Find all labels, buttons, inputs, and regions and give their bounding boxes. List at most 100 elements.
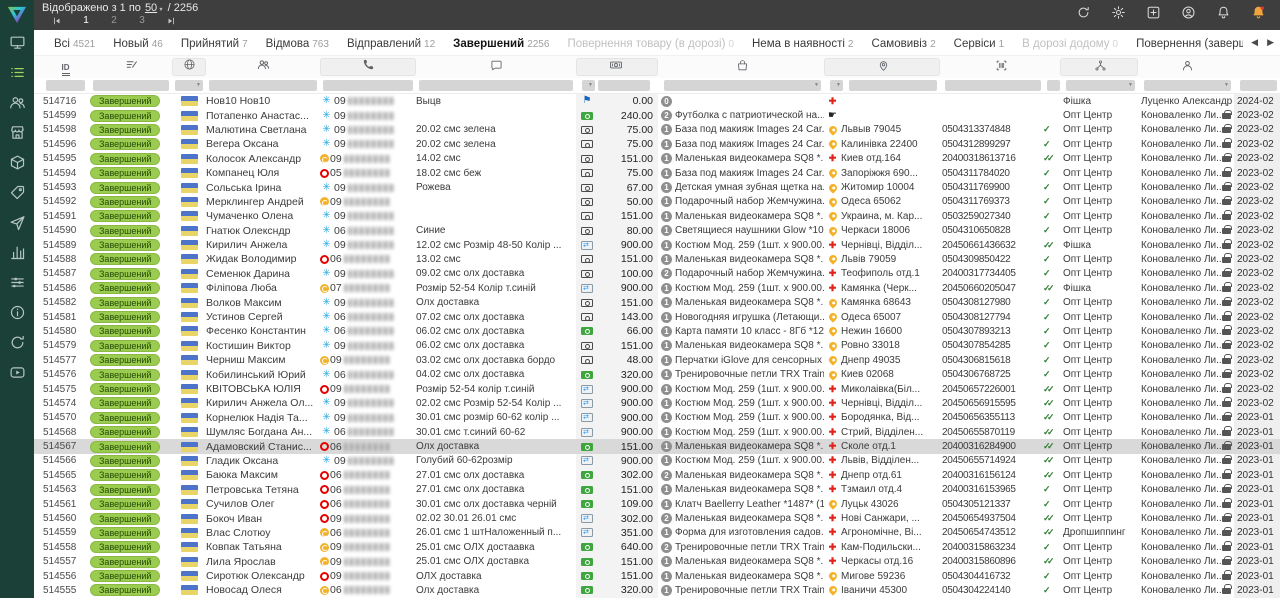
- sidebar-item-orders-list[interactable]: [9, 60, 26, 90]
- table-row[interactable]: 514567ЗавершенийАдамовский Станис...06Ол…: [34, 439, 1280, 453]
- sidebar-item-campaigns-send[interactable]: [9, 210, 26, 240]
- profile-button[interactable]: [1171, 5, 1206, 25]
- sidebar-item-settings-sliders[interactable]: [9, 270, 26, 300]
- column-header-tracking[interactable]: [940, 58, 1060, 76]
- table-row[interactable]: 514566ЗавершенийГладик Оксана✳09Голубий …: [34, 454, 1280, 468]
- filter-input-delivery[interactable]: [849, 80, 937, 91]
- table-row[interactable]: 514593ЗавершенийСольська Ірина✳09Рожева6…: [34, 180, 1280, 194]
- filter-input-phone[interactable]: [323, 80, 413, 91]
- column-header-date[interactable]: [1234, 58, 1280, 76]
- pager-last-button[interactable]: [156, 16, 186, 26]
- filter-input-products[interactable]: [664, 80, 821, 91]
- column-header-payment[interactable]: [576, 58, 658, 76]
- sidebar-item-dashboard-monitor[interactable]: [9, 30, 26, 60]
- tab-scroll-left-icon[interactable]: ◀: [1251, 37, 1258, 48]
- tab-8[interactable]: Нема в наявності2: [752, 34, 853, 56]
- table-row[interactable]: 514716ЗавершенийНов10 Нов10✳09Выцв⚑0.000…: [34, 94, 1280, 108]
- pager-first-button[interactable]: [42, 16, 72, 26]
- sidebar-item-price-tag[interactable]: [9, 180, 26, 210]
- column-header-comment[interactable]: [416, 58, 576, 76]
- add-new-button[interactable]: [1136, 5, 1171, 25]
- refresh-button[interactable]: [1066, 5, 1101, 25]
- table-row[interactable]: 514568ЗавершенийШумляс Богдана Ан...✳063…: [34, 425, 1280, 439]
- app-logo[interactable]: [0, 0, 34, 30]
- column-header-status[interactable]: [88, 58, 172, 76]
- alerts-button[interactable]: [1241, 5, 1276, 25]
- column-header-phone[interactable]: [320, 58, 416, 76]
- table-row[interactable]: 514594ЗавершенийКомпанец Юля0518.02 смс …: [34, 166, 1280, 180]
- table-row[interactable]: 514577ЗавершенийЧерниш Максим0903.02 смс…: [34, 353, 1280, 367]
- filter-input-funnel[interactable]: [1066, 80, 1135, 91]
- column-header-id[interactable]: ID: [34, 58, 88, 76]
- table-row[interactable]: 514557ЗавершенийЛила Ярослав0925.01 смс …: [34, 555, 1280, 569]
- sidebar-item-storefront[interactable]: [9, 120, 26, 150]
- filter-input-comment[interactable]: [419, 80, 573, 91]
- tab-4[interactable]: Відмова763: [266, 34, 329, 56]
- table-row[interactable]: 514579ЗавершенийКостишин Виктор✳0906.02 …: [34, 339, 1280, 353]
- table-row[interactable]: 514576ЗавершенийКобилинський Юрий✳0604.0…: [34, 367, 1280, 381]
- sidebar-item-video-tutorials[interactable]: [9, 360, 26, 390]
- filter-input-payment[interactable]: [598, 80, 650, 91]
- column-header-source[interactable]: [172, 58, 206, 76]
- table-row[interactable]: 514586ЗавершенийФіліпова Люба07Розмір 52…: [34, 281, 1280, 295]
- column-header-customer[interactable]: [206, 58, 320, 76]
- table-row[interactable]: 514589ЗавершенийКирилич Анжела✳0912.02 с…: [34, 238, 1280, 252]
- column-header-products[interactable]: [658, 58, 824, 76]
- settings-button[interactable]: [1101, 5, 1136, 25]
- column-header-funnel[interactable]: [1060, 58, 1138, 76]
- filter-input-tracking[interactable]: [1047, 80, 1060, 91]
- table-row[interactable]: 514598ЗавершенийМалютина Светлана✳0920.0…: [34, 123, 1280, 137]
- table-row[interactable]: 514582ЗавершенийВолков Максим✳09Олх дост…: [34, 295, 1280, 309]
- filter-input-tracking[interactable]: [945, 80, 1041, 91]
- tab-5[interactable]: Відправлений12: [347, 34, 435, 56]
- sidebar-item-sync-arrows[interactable]: [9, 330, 26, 360]
- column-header-delivery[interactable]: [824, 58, 940, 76]
- page-size-dropdown[interactable]: 50▼: [145, 2, 164, 14]
- sidebar-item-products-box[interactable]: [9, 150, 26, 180]
- page-number-2[interactable]: 2: [100, 15, 128, 26]
- table-row[interactable]: 514590ЗавершенийГнатюк Олексндр✳06Синие8…: [34, 224, 1280, 238]
- sidebar-item-customers[interactable]: [9, 90, 26, 120]
- filter-input-delivery[interactable]: [830, 80, 843, 91]
- table-row[interactable]: 514561ЗавершенийСучилов Олег0630.01 смс …: [34, 497, 1280, 511]
- filter-input-id[interactable]: [46, 80, 85, 91]
- page-number-1[interactable]: 1: [72, 15, 100, 26]
- table-row[interactable]: 514555ЗавершенийНовосад Олеся06Олх доста…: [34, 583, 1280, 597]
- filter-input-payment[interactable]: [582, 80, 595, 91]
- table-row[interactable]: 514570ЗавершенийКорнелюк Надія Та...✳093…: [34, 411, 1280, 425]
- table-row[interactable]: 514591ЗавершенийЧумаченко Олена✳09151.00…: [34, 209, 1280, 223]
- filter-input-date[interactable]: [1240, 80, 1277, 91]
- tab-11[interactable]: В дорозі додому0: [1022, 34, 1118, 56]
- table-row[interactable]: 514596ЗавершенийВегера Оксана✳0920.02 см…: [34, 137, 1280, 151]
- page-number-3[interactable]: 3: [128, 15, 156, 26]
- tab-1[interactable]: Всі4521: [54, 34, 95, 56]
- column-header-manager[interactable]: [1138, 58, 1234, 76]
- filter-input-customer[interactable]: [209, 80, 317, 91]
- table-row[interactable]: 514556ЗавершенийСиротюк Олександр09ОЛХ д…: [34, 569, 1280, 583]
- table-row[interactable]: 514560ЗавершенийБокоч Иван0902.02 30.01 …: [34, 511, 1280, 525]
- table-row[interactable]: 514574ЗавершенийКирилич Анжела Ол...✳090…: [34, 396, 1280, 410]
- tab-6[interactable]: Завершений2256: [453, 34, 549, 56]
- table-row[interactable]: 514592ЗавершенийМерклингер Андрей0950.00…: [34, 195, 1280, 209]
- table-row[interactable]: 514580ЗавершенийФесенко Константин✳0606.…: [34, 324, 1280, 338]
- table-row[interactable]: 514588ЗавершенийЖидак Володимир0613.02 с…: [34, 252, 1280, 266]
- table-row[interactable]: 514575ЗавершенийКВІТОВСЬКА ЮЛІЯ09Розмір …: [34, 382, 1280, 396]
- table-row[interactable]: 514558ЗавершенийКовпак Татьяна0925.01 см…: [34, 540, 1280, 554]
- table-row[interactable]: 514587ЗавершенийСеменюк Дарина✳0909.02 с…: [34, 267, 1280, 281]
- filter-input-manager[interactable]: [1144, 80, 1231, 91]
- tab-10[interactable]: Сервіси1: [954, 34, 1005, 56]
- filter-input-source[interactable]: [175, 80, 203, 91]
- notifications-button[interactable]: [1206, 5, 1241, 25]
- tab-9[interactable]: Самовивіз2: [871, 34, 935, 56]
- filter-input-status[interactable]: [93, 80, 169, 91]
- table-row[interactable]: 514581ЗавершенийУстинов Сергей✳0607.02 с…: [34, 310, 1280, 324]
- table-row[interactable]: 514595ЗавершенийКолосок Александр0914.02…: [34, 152, 1280, 166]
- tab-2[interactable]: Новый46: [113, 34, 163, 56]
- table-row[interactable]: 514559ЗавершенийВлас Слотюу0626.01 смс 1…: [34, 526, 1280, 540]
- table-row[interactable]: 514599ЗавершенийПотапенко Анастас...✳092…: [34, 108, 1280, 122]
- table-row[interactable]: 514565ЗавершенийБаюка Максим0627.01 смс …: [34, 468, 1280, 482]
- tab-3[interactable]: Прийнятий7: [181, 34, 248, 56]
- table-row[interactable]: 514563ЗавершенийПетровська Тетяна0627.01…: [34, 483, 1280, 497]
- sidebar-item-info[interactable]: [9, 300, 26, 330]
- tab-7[interactable]: Повернення товару (в дорозі)0: [567, 34, 734, 56]
